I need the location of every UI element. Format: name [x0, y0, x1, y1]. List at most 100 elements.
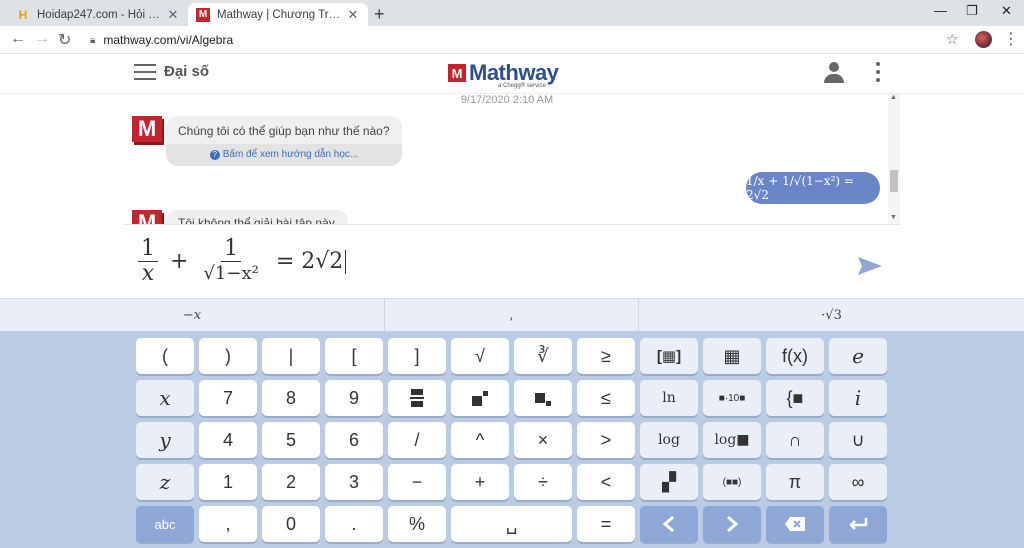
key-space[interactable]: ␣: [451, 506, 572, 542]
key-1[interactable]: 1: [199, 464, 257, 500]
key-union[interactable]: ∪: [829, 422, 887, 458]
tutorial-hint-link[interactable]: ? Bấm để xem hướng dẫn học...: [166, 144, 402, 166]
cursor-left-icon[interactable]: [640, 506, 698, 542]
minimize-icon[interactable]: —: [934, 3, 947, 18]
subject-title[interactable]: Đại số: [164, 63, 209, 80]
suggestion-comma[interactable]: ,: [385, 299, 639, 332]
key-caret[interactable]: ^: [451, 422, 509, 458]
key-7[interactable]: 7: [199, 380, 257, 416]
fraction-1-over-sqrt: 1 √1−x²: [200, 237, 261, 286]
mathway-bot-avatar-icon: M: [132, 210, 162, 224]
key-determinant-icon[interactable]: ▞: [640, 464, 698, 500]
key-plus[interactable]: +: [451, 464, 509, 500]
key-equals[interactable]: =: [577, 506, 635, 542]
close-window-icon[interactable]: ✕: [1001, 3, 1012, 19]
key-imaginary-i[interactable]: i: [829, 380, 887, 416]
chat-scrollbar[interactable]: ▲ ▼: [888, 94, 900, 224]
key-minus[interactable]: −: [388, 464, 446, 500]
math-input-field[interactable]: 1 x + 1 √1−x² = 2√2: [134, 237, 347, 286]
key-euler-e[interactable]: e: [829, 338, 887, 374]
key-subscript-icon[interactable]: [514, 380, 572, 416]
key-piecewise[interactable]: {■: [766, 380, 824, 416]
key-log-base[interactable]: log■: [703, 422, 761, 458]
key-infinity[interactable]: ∞: [829, 464, 887, 500]
key-greater-than[interactable]: >: [577, 422, 635, 458]
key-multiply[interactable]: ×: [514, 422, 572, 458]
key-slash[interactable]: /: [388, 422, 446, 458]
fraction-1-over-x: 1 x: [138, 237, 158, 286]
user-message-bubble[interactable]: 1/x + 1/√(1−x²) = 2√2: [746, 172, 880, 204]
key-decimal-point[interactable]: .: [325, 506, 383, 542]
backspace-icon[interactable]: [766, 506, 824, 542]
key-abc-toggle[interactable]: abc: [136, 506, 194, 542]
url-field[interactable]: 🔒︎ mathway.com/vi/Algebra: [84, 29, 954, 51]
scroll-down-icon[interactable]: ▼: [890, 214, 897, 221]
key-close-paren[interactable]: ): [199, 338, 257, 374]
key-intersection[interactable]: ∩: [766, 422, 824, 458]
send-arrow-icon[interactable]: [856, 255, 884, 277]
tab-title: Mathway | Chương Trình Giải Bài: [217, 8, 342, 21]
key-0[interactable]: 0: [262, 506, 320, 542]
equation-rhs: = 2√2: [275, 249, 344, 274]
key-variable-z[interactable]: z: [136, 464, 194, 500]
key-natural-log[interactable]: ln: [640, 380, 698, 416]
key-matrix-grid-icon[interactable]: ▦: [703, 338, 761, 374]
close-tab-icon[interactable]: ✕: [346, 7, 360, 23]
browser-tab-hoidap[interactable]: H Hoidap247.com - Hỏi đáp bài tập ✕: [8, 3, 188, 26]
key-divide[interactable]: ÷: [514, 464, 572, 500]
key-2[interactable]: 2: [262, 464, 320, 500]
key-9[interactable]: 9: [325, 380, 383, 416]
restore-icon[interactable]: ❐: [966, 3, 978, 19]
key-ordered-pair[interactable]: (■■): [703, 464, 761, 500]
key-less-equal[interactable]: ≤: [577, 380, 635, 416]
math-input-area[interactable]: 1 x + 1 √1−x² = 2√2: [124, 224, 900, 298]
bot-message-text: Chúng tôi có thể giúp bạn như thế nào?: [178, 124, 390, 138]
key-square-root[interactable]: √: [451, 338, 509, 374]
hamburger-menu-icon[interactable]: [134, 64, 156, 80]
suggestion-times-sqrt3[interactable]: ·√3: [639, 299, 1024, 332]
key-less-than[interactable]: <: [577, 464, 635, 500]
key-3[interactable]: 3: [325, 464, 383, 500]
key-percent[interactable]: %: [388, 506, 446, 542]
key-variable-y[interactable]: y: [136, 422, 194, 458]
key-open-bracket[interactable]: [: [325, 338, 383, 374]
key-6[interactable]: 6: [325, 422, 383, 458]
key-nth-root[interactable]: ∛: [514, 338, 572, 374]
bookmark-star-icon[interactable]: ☆: [946, 31, 959, 48]
key-close-bracket[interactable]: ]: [388, 338, 446, 374]
key-absolute-value[interactable]: |: [262, 338, 320, 374]
key-5[interactable]: 5: [262, 422, 320, 458]
browser-menu-icon[interactable]: ⋮: [1003, 29, 1019, 49]
close-tab-icon[interactable]: ✕: [166, 7, 180, 23]
new-tab-plus-icon[interactable]: +: [374, 4, 385, 25]
scrollbar-thumb[interactable]: [890, 170, 898, 192]
reload-icon[interactable]: ↻: [58, 30, 71, 50]
key-function[interactable]: f(x): [766, 338, 824, 374]
user-account-icon[interactable]: [823, 62, 845, 84]
key-greater-equal[interactable]: ≥: [577, 338, 635, 374]
key-pi[interactable]: π: [766, 464, 824, 500]
key-matrix-icon[interactable]: [▦]: [640, 338, 698, 374]
key-open-paren[interactable]: (: [136, 338, 194, 374]
back-arrow-icon[interactable]: ←: [10, 30, 26, 48]
key-fraction-icon[interactable]: [388, 380, 446, 416]
key-8[interactable]: 8: [262, 380, 320, 416]
bot-message-bubble: Tôi không thể giải bài tập này: [166, 210, 348, 224]
mathway-bot-avatar-icon: M: [132, 116, 162, 142]
enter-icon[interactable]: [829, 506, 887, 542]
key-variable-x[interactable]: x: [136, 380, 194, 416]
browser-tab-mathway[interactable]: M Mathway | Chương Trình Giải Bài ✕: [188, 3, 368, 26]
key-log[interactable]: log: [640, 422, 698, 458]
forward-arrow-icon[interactable]: →: [34, 30, 50, 48]
key-4[interactable]: 4: [199, 422, 257, 458]
app-menu-icon[interactable]: [876, 62, 880, 86]
profile-avatar-icon[interactable]: [975, 31, 992, 48]
mathway-logo[interactable]: M Mathway a Chegg® service: [448, 60, 559, 89]
text-cursor: [345, 249, 347, 274]
suggestion-negative-x[interactable]: −x: [0, 299, 385, 332]
cursor-right-icon[interactable]: [703, 506, 761, 542]
key-comma[interactable]: ,: [199, 506, 257, 542]
scroll-up-icon[interactable]: ▲: [890, 94, 897, 101]
key-scientific-notation[interactable]: ■·10■: [703, 380, 761, 416]
key-power-icon[interactable]: [451, 380, 509, 416]
